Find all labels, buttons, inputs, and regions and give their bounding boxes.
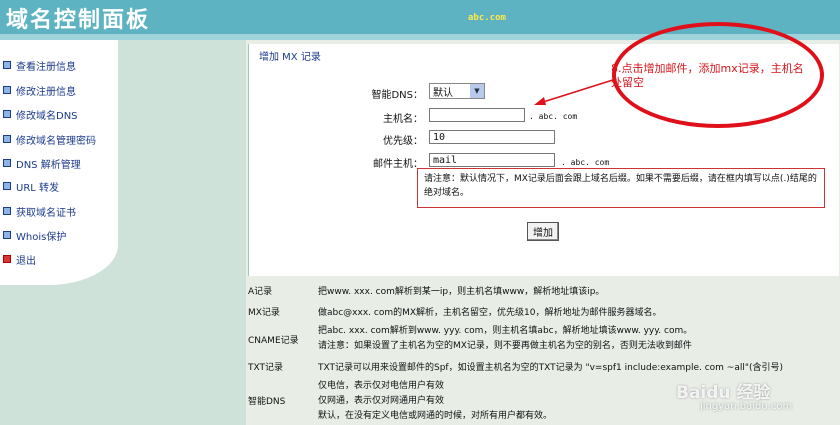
help-text-txt: TXT记录可以用来设置邮件的Spf，如设置主机名为空的TXT记录为 "v=spf… [318,363,784,373]
sidebar-item-label: 修改域名管理密码 [16,135,96,147]
sidebar-item-label: 修改域名DNS [16,110,78,122]
mail-host-suffix: . abc. com [561,158,610,167]
host-label: 主机名： [383,114,423,125]
host-suffix: . abc. com [529,112,578,121]
watermark-brand: Baidu 经验 [676,383,771,403]
help-text-a: 把www. xxx. com解析到某一ip，则主机名填www，解析地址填该ip。 [318,287,605,297]
sidebar-item-url-forward[interactable]: URL 转发 [3,179,60,194]
help-label-mx: MX记录 [248,308,280,318]
sidebar-item-label: 修改注册信息 [16,86,76,98]
sidebar-item-label: Whois保护 [16,231,67,243]
help-text-smart-dns-1: 仅电信，表示仅对电信用户有效 [318,381,445,391]
smart-dns-select[interactable]: 默认 ▼ [429,83,485,99]
help-label-txt: TXT记录 [248,363,284,373]
sidebar-item-view-registration[interactable]: 查看注册信息 [3,58,76,73]
bullet-icon [3,255,11,263]
chevron-down-icon: ▼ [470,84,484,98]
sidebar-item-label: DNS 解析管理 [16,159,81,171]
section-title: 增加 MX 记录 [259,52,321,63]
bullet-icon [3,159,11,167]
bullet-icon [3,207,11,215]
help-label-a: A记录 [248,287,273,297]
sidebar-item-whois[interactable]: Whois保护 [3,228,67,243]
domain-label: abc.com [468,13,506,23]
bullet-icon [3,231,11,239]
note-box: 请注意：默认情况下，MX记录后面会跟上域名后缀。如果不需要后缀，请在框内填写以点… [417,168,825,208]
smart-dns-value: 默认 [433,87,453,99]
bullet-icon [3,182,11,190]
add-button[interactable]: 增加 [527,222,559,241]
panel-title: 域名控制面板 [6,8,151,33]
help-text-smart-dns-2: 仅网通，表示仅对网通用户有效 [318,396,445,406]
sidebar-item-certificate[interactable]: 获取域名证书 [3,204,76,219]
help-text-mx: 做abc@xxx. com的MX解析，主机名留空，优先级10，解析地址为邮件服务… [318,308,662,318]
annotation-arrow-icon [534,78,617,105]
mail-host-label: 邮件主机： [373,159,423,170]
annotation-text: 8.点击增加邮件，添加mx记录，主机名处留空 [611,62,804,89]
help-label-cname: CNAME记录 [248,336,299,346]
sidebar-item-label: 退出 [16,255,36,267]
smart-dns-label: 智能DNS： [371,90,423,101]
host-input[interactable] [429,108,525,122]
mail-host-input[interactable]: mail [429,153,555,167]
sidebar-item-dns-management[interactable]: DNS 解析管理 [3,156,81,171]
priority-label: 优先级： [383,136,423,147]
watermark-url: jingyan.baidu.com [700,401,793,412]
help-text-cname-1: 把abc. xxx. com解析到www. yyy. com，则主机名填abc，… [318,326,693,336]
bullet-icon [3,61,11,69]
sidebar-item-logout[interactable]: 退出 [3,252,36,267]
sidebar-item-edit-registration[interactable]: 修改注册信息 [3,83,76,98]
sidebar-item-edit-dns[interactable]: 修改域名DNS [3,107,78,122]
priority-input[interactable]: 10 [429,130,555,144]
sidebar-item-label: 查看注册信息 [16,61,76,73]
help-text-cname-2: 请注意：如果设置了主机名为空的MX记录，则不要再做主机名为空的别名，否则无法收到… [318,341,692,351]
sidebar-item-label: 获取域名证书 [16,207,76,219]
help-text-smart-dns-3: 默认，在没有定义电信或网通的时候，对所有用户都有效。 [318,411,553,421]
help-label-smart-dns: 智能DNS [248,397,286,407]
bullet-icon [3,86,11,94]
bullet-icon [3,110,11,118]
bullet-icon [3,135,11,143]
sidebar-item-edit-password[interactable]: 修改域名管理密码 [3,132,96,147]
sidebar-item-label: URL 转发 [16,182,60,194]
